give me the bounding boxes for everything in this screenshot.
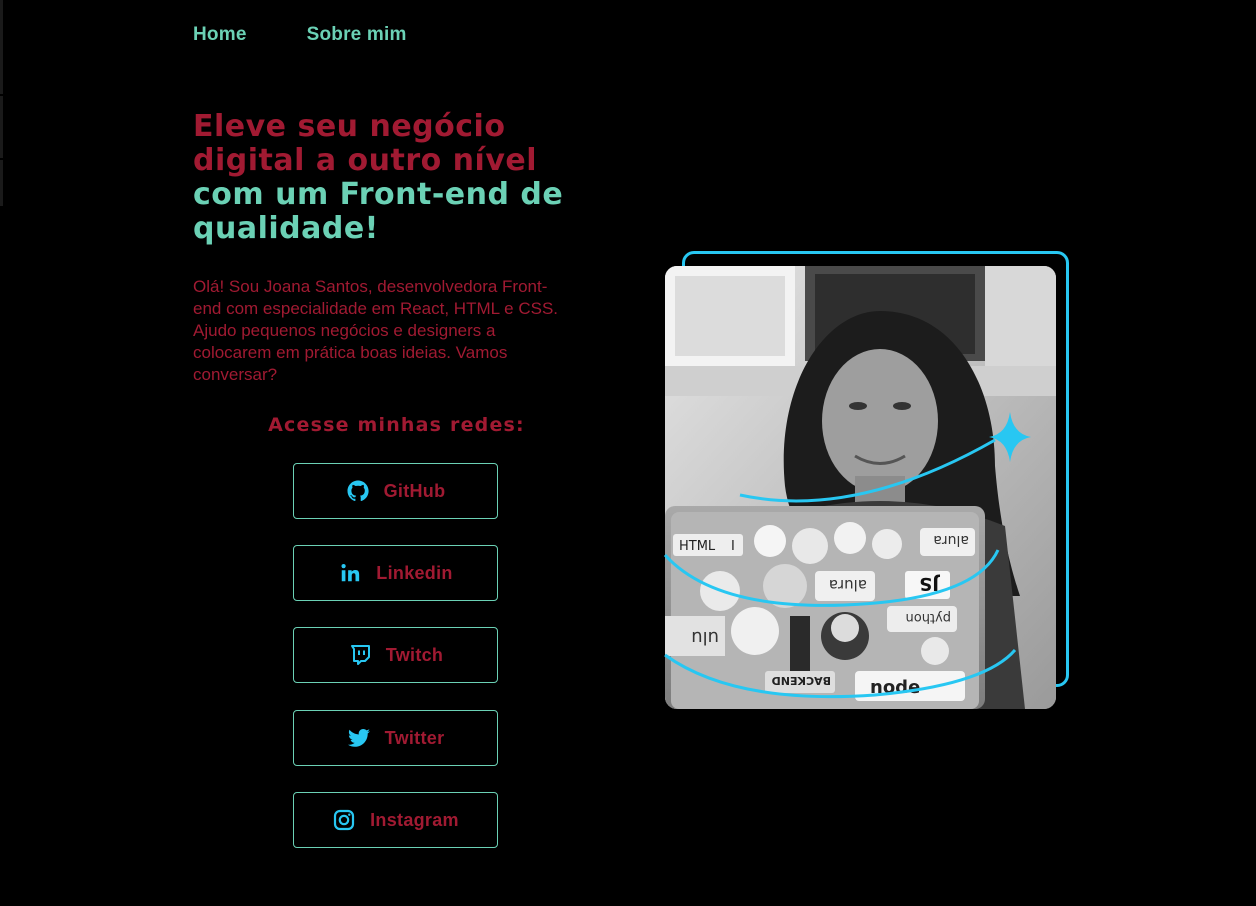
sticker-text: node: [870, 677, 920, 698]
github-button[interactable]: GitHub: [293, 463, 498, 519]
twitch-label: Twitch: [385, 644, 444, 665]
instagram-label: Instagram: [370, 809, 459, 830]
twitch-icon: [348, 643, 372, 667]
headline-rest: com um Front-end de qualidade!: [193, 177, 564, 246]
linkedin-label: Linkedin: [376, 562, 453, 583]
instagram-button[interactable]: Instagram: [293, 792, 498, 848]
nav-link-about[interactable]: Sobre mim: [307, 24, 407, 46]
hero-headline: Eleve seu negócio digital a outro nível …: [193, 110, 613, 246]
twitch-button[interactable]: Twitch: [293, 627, 498, 683]
nav-link-home[interactable]: Home: [193, 24, 247, 46]
sticker-text: BACKEND: [772, 674, 831, 687]
sticker-text: I: [731, 539, 735, 554]
github-icon: [346, 479, 370, 503]
sticker-text: python: [906, 610, 951, 625]
twitter-button[interactable]: Twitter: [293, 710, 498, 766]
sticker-text: alura: [829, 576, 867, 594]
github-label: GitHub: [383, 480, 446, 501]
networks-title: Acesse minhas redes:: [268, 414, 525, 436]
headline-highlight: Eleve seu negócio digital a outro nível: [193, 109, 538, 178]
instagram-icon: [332, 808, 356, 832]
sticker-text: JS: [919, 573, 941, 594]
window-edge: [0, 0, 3, 94]
twitter-icon: [347, 726, 371, 750]
sticker-text: alura: [933, 532, 969, 548]
sticker-text: HTML: [679, 539, 716, 554]
twitter-label: Twitter: [384, 727, 445, 748]
linkedin-button[interactable]: Linkedin: [293, 545, 498, 601]
intro-text: Olá! Sou Joana Santos, desenvolvedora Fr…: [193, 277, 559, 384]
main-nav: Home Sobre mim: [193, 24, 407, 46]
portfolio-page: Home Sobre mim Eleve seu negócio digital…: [0, 0, 1256, 906]
profile-photo: HTML I alura JS alura python ulu BACKEND: [665, 266, 1056, 709]
sticker-text: ulu: [691, 627, 719, 648]
window-edge: [0, 160, 3, 206]
linkedin-icon: [338, 561, 362, 585]
window-edge: [0, 96, 3, 158]
